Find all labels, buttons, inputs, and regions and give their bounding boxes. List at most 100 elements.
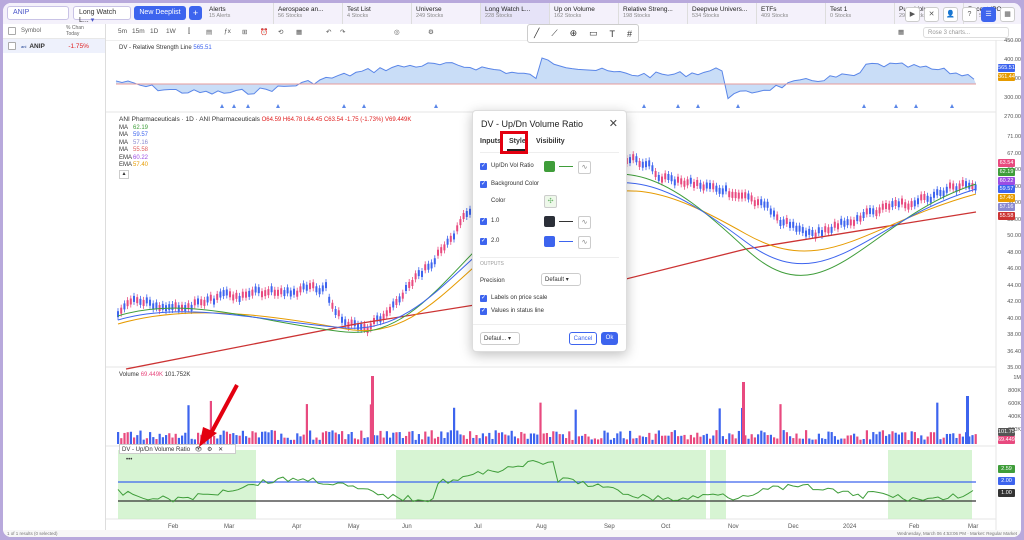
volume-bar [702,435,705,444]
column-symbol[interactable]: Symbol [21,28,66,34]
candle-body [312,282,315,289]
volume-bar [680,435,683,444]
tab-inputs[interactable]: Inputs [480,138,501,145]
volume-bar [853,433,856,444]
candle-body [705,182,708,189]
tab-watchlist[interactable]: Test 10 Stocks [826,3,895,24]
bg-checkbox[interactable]: ✓ [480,181,487,188]
volume-bar [865,430,868,444]
tab-watchlist[interactable]: ETFs 409 Stocks [757,3,826,24]
volume-bar [833,436,836,444]
volume-bar [846,435,849,444]
indicator-title: DV - Up/Dn Volume Ratio [122,447,191,453]
volume-bar [529,433,532,444]
level2-checkbox[interactable]: ✓ [480,238,487,245]
watchlist-tabs: Alerts 15 Alerts Aerospace an... 56 Stocks T… [205,3,1021,24]
values-status-checkbox[interactable]: ✓ [480,308,487,315]
candle-body [664,173,667,180]
row-checkbox[interactable] [8,42,16,50]
candle-body [952,183,955,190]
updn-checkbox[interactable]: ✓ [480,163,487,170]
volume-bar [917,438,920,444]
level1-color-swatch[interactable] [544,216,555,227]
column-change[interactable]: % Chan Today [66,25,96,37]
volume-bar [888,434,891,444]
watchlist-select[interactable]: Long Watch L... ▾ [73,6,131,24]
plot-style-icon[interactable]: ∿ [578,161,591,174]
updn-color-swatch[interactable] [544,161,555,172]
candle-body [859,215,862,222]
list-view-icon[interactable]: ☰ [981,7,996,22]
level1-line-style[interactable] [559,221,573,222]
candle-body [171,304,174,311]
candle-body [920,194,923,201]
volume-bar [257,437,260,444]
candle-body [430,262,433,269]
plot-style-icon[interactable]: ∿ [578,216,591,229]
list-item[interactable]: ani ANIP -1.75% [3,39,105,53]
volume-bar [334,432,337,444]
tab-watchlist[interactable]: Alerts 15 Alerts [205,3,274,24]
level2-color-swatch[interactable] [544,236,555,247]
candle-body [385,310,388,317]
volume-bar [933,432,936,444]
grid-view-icon[interactable]: ▦ [1000,7,1015,22]
indicator-background [118,450,256,519]
select-all-checkbox[interactable] [8,27,16,35]
candle-body [965,181,967,188]
candle-body [654,171,657,178]
volume-bar [168,433,171,444]
close-icon[interactable]: ✕ [609,117,618,130]
volume-bar [469,431,472,444]
candle-body [414,273,417,280]
tab-watchlist[interactable]: Aerospace an... 56 Stocks [274,3,343,24]
labels-scale-checkbox[interactable]: ✓ [480,295,487,302]
precision-select[interactable]: Default ▾ [541,273,581,286]
rs-marker [220,104,224,108]
tab-watchlist[interactable]: Up on Volume 162 Stocks [550,3,619,24]
candle-body [872,208,875,215]
collapse-legend-icon[interactable]: ▴ [119,169,129,179]
outputs-section: OUTPUTS [480,261,504,267]
ok-button[interactable]: Ok [601,332,618,345]
add-button[interactable]: + [189,6,202,20]
tab-watchlist[interactable]: Universe 249 Stocks [412,3,481,24]
tab-watchlist[interactable]: Long Watch L... 228 Stocks [481,3,550,24]
level2-line-style[interactable] [559,241,573,242]
candle-body [683,180,686,187]
bg-color-swatch[interactable]: ✣ [544,195,557,208]
candle-body [181,304,183,311]
candle-body [325,282,327,289]
user-icon[interactable]: 👤 [943,7,958,22]
symbol-search-input[interactable]: ANIP [7,6,69,20]
plot-style-icon[interactable]: ∿ [578,236,591,249]
volume-axis-label: 400K [1008,414,1021,420]
defaults-select[interactable]: Defaul... ▾ [480,332,520,345]
volume-bar [251,431,254,444]
updn-line-style[interactable] [559,166,573,167]
candle-body [853,219,855,226]
tab-count: 534 Stocks [692,13,720,19]
rs-marker [894,104,898,108]
candle-body [907,203,910,210]
tab-watchlist[interactable]: Test List 4 Stocks [343,3,412,24]
tab-watchlist[interactable]: Relative Streng... 198 Stocks [619,3,688,24]
youtube-icon[interactable]: ▶ [905,7,920,22]
new-deeplist-button[interactable]: New Deeplist [134,6,186,20]
precision-value: Default [545,277,565,283]
volume-bar [315,437,318,444]
more-icon[interactable]: ••• [126,457,132,463]
cancel-button[interactable]: Cancel [569,332,597,345]
volume-bar [779,404,782,444]
candle-body [309,283,311,290]
tab-watchlist[interactable]: Deepvue Univers... 534 Stocks [688,3,757,24]
x-icon[interactable]: ✕ [924,7,939,22]
tab-visibility[interactable]: Visibility [536,138,565,145]
level1-checkbox[interactable]: ✓ [480,218,487,225]
help-icon[interactable]: ? [962,7,977,22]
candle-body [421,270,423,277]
volume-bar [705,433,708,444]
candle-body [341,316,343,323]
candle-body [913,200,916,207]
candle-body [296,290,299,297]
